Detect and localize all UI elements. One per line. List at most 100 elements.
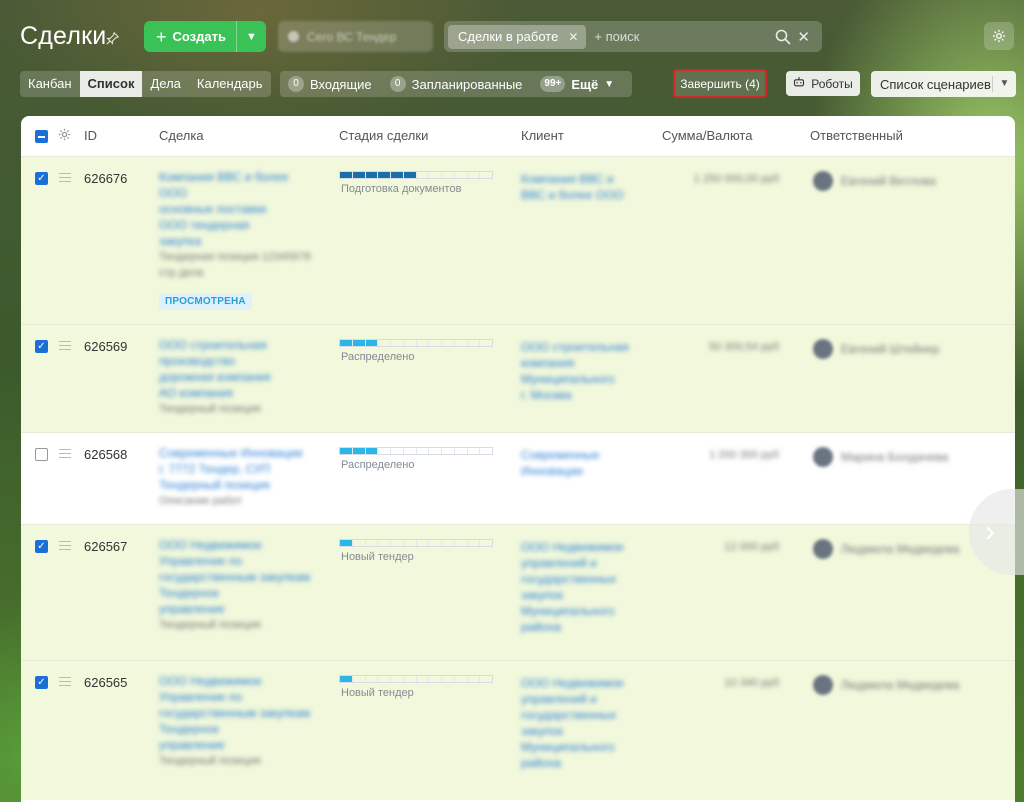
table-row[interactable]: ✓ 626676 Компания ВВС и более ООО основные … xyxy=(21,156,1015,324)
deal-id: 626565 xyxy=(84,675,128,690)
client-line: управлений и xyxy=(521,692,597,706)
row-menu-icon[interactable] xyxy=(59,677,71,686)
deal-stage[interactable]: Подготовка документов xyxy=(339,171,493,195)
table-row[interactable]: 626568 Современные Инновации г. 7772 Тенде… xyxy=(21,432,1015,524)
deal-title-link[interactable]: Компания ВВС и более ООО основные поставк… xyxy=(159,169,311,281)
client-link[interactable]: ООО Недвижимое управлений и государственны… xyxy=(521,539,631,635)
table-row[interactable]: ✓ 626567 ООО Недвижимое Управление по госуда… xyxy=(21,524,1015,660)
stage-progress-bar[interactable] xyxy=(339,675,493,683)
deal-title-line: государственным закупкам xyxy=(159,570,311,584)
table-row[interactable]: ✓ 626569 ООО строительная производство дорож… xyxy=(21,324,1015,432)
category-chip-label: Сего ВС Тендер xyxy=(307,29,397,44)
deal-stage[interactable]: Распределено xyxy=(339,339,493,363)
create-main-button[interactable]: + Создать xyxy=(144,21,236,52)
stage-progress-bar[interactable] xyxy=(339,447,493,455)
responsible-user[interactable]: Евгений Штейнер xyxy=(813,339,939,359)
search-input[interactable]: + поиск xyxy=(594,29,775,44)
stage-progress-bar[interactable] xyxy=(339,339,493,347)
row-checkbox[interactable]: ✓ xyxy=(35,340,48,353)
column-header-sum[interactable]: Сумма/Валюта xyxy=(662,128,752,143)
deal-stage[interactable]: Распределено xyxy=(339,447,493,471)
filter-tag[interactable]: Сделки в работе ✕ xyxy=(448,24,587,49)
create-dropdown-chevron-icon[interactable]: ▼ xyxy=(236,21,266,52)
responsible-user[interactable]: Людмила Медведева xyxy=(813,675,959,695)
deal-title-line: ООО тендерная xyxy=(159,218,250,232)
tab-calendar[interactable]: Календарь xyxy=(189,71,271,97)
row-menu-icon[interactable] xyxy=(59,449,71,458)
deal-title-line: Управление по xyxy=(159,690,243,704)
deal-sum: 10 340 руб xyxy=(724,677,779,689)
deal-stage[interactable]: Новый тендер xyxy=(339,675,493,699)
tab-list[interactable]: Список xyxy=(79,71,143,97)
create-button[interactable]: + Создать ▼ xyxy=(144,21,266,52)
client-line: г. Москва xyxy=(521,388,572,402)
row-menu-icon[interactable] xyxy=(59,541,71,550)
stage-progress-bar[interactable] xyxy=(339,539,493,547)
client-link[interactable]: ООО строительная компания Муниципального г.… xyxy=(521,339,631,403)
row-menu-icon[interactable] xyxy=(59,173,71,182)
search-icon[interactable] xyxy=(775,29,791,45)
counter-planned[interactable]: 0 Запланированные xyxy=(382,76,522,92)
gear-icon[interactable] xyxy=(58,128,71,144)
deal-id: 626569 xyxy=(84,339,128,354)
column-header-deal[interactable]: Сделка xyxy=(159,128,204,143)
responsible-user[interactable]: Людмила Медведева xyxy=(813,539,959,559)
tab-kanban[interactable]: Канбан xyxy=(20,71,80,97)
stage-progress-bar[interactable] xyxy=(339,171,493,179)
client-line: ООО строительная xyxy=(521,340,629,354)
responsible-user[interactable]: Евгений Ветлова xyxy=(813,171,936,191)
tab-activities[interactable]: Дела xyxy=(142,71,188,97)
deal-id: 626567 xyxy=(84,539,128,554)
gear-icon xyxy=(992,29,1006,43)
grid-header: ID Сделка Стадия сделки Клиент Сумма/Вал… xyxy=(21,116,1015,156)
deal-title-line: Управление по xyxy=(159,554,243,568)
select-all-checkbox[interactable] xyxy=(35,130,48,143)
counter-incoming[interactable]: 0 Входящие xyxy=(280,76,372,92)
row-checkbox[interactable] xyxy=(35,448,48,461)
row-checkbox[interactable]: ✓ xyxy=(35,540,48,553)
more-menu[interactable]: 99+ Ещё ▼ xyxy=(532,76,614,92)
deal-title-link[interactable]: ООО Недвижимое Управление по государственн… xyxy=(159,537,311,633)
deal-title-line: Тендерный позиция xyxy=(159,755,261,767)
more-label: Ещё xyxy=(571,76,599,92)
robots-label: Роботы xyxy=(811,76,853,91)
stage-label: Новый тендер xyxy=(341,551,414,563)
robots-button[interactable]: Роботы xyxy=(786,71,860,96)
column-header-responsible[interactable]: Ответственный xyxy=(810,128,903,143)
client-link[interactable]: ООО Недвижимое управлений и государственны… xyxy=(521,675,631,771)
responsible-user[interactable]: Марина Болдачева xyxy=(813,447,948,467)
deal-title-link[interactable]: Современные Инновации г. 7772 Тендер, СУП… xyxy=(159,445,311,509)
category-chip[interactable]: Сего ВС Тендер xyxy=(278,21,433,52)
filter-tag-remove-icon[interactable]: ✕ xyxy=(568,30,578,44)
stage-label: Распределено xyxy=(341,459,415,471)
column-header-id[interactable]: ID xyxy=(84,128,97,143)
create-label: Создать xyxy=(172,29,226,44)
column-header-stage[interactable]: Стадия сделки xyxy=(339,128,428,143)
pin-icon[interactable] xyxy=(106,31,120,46)
avatar xyxy=(813,339,833,359)
client-line: ООО Недвижимое xyxy=(521,676,624,690)
client-line: компания xyxy=(521,356,575,370)
deal-title-line: Компания ВВС и более ООО xyxy=(159,170,289,200)
scenario-list-button[interactable]: Список сценариев ▼ xyxy=(871,71,1016,97)
client-link[interactable]: Современные Инновации xyxy=(521,447,631,479)
chevron-down-icon[interactable]: ▼ xyxy=(992,76,1016,92)
deal-title-link[interactable]: ООО строительная производство дорожная ком… xyxy=(159,337,311,417)
search-filter-box[interactable]: Сделки в работе ✕ + поиск ✕ xyxy=(444,21,822,52)
deal-title-link[interactable]: ООО Недвижимое Управление по государственн… xyxy=(159,673,311,769)
clear-search-icon[interactable]: ✕ xyxy=(797,28,810,46)
settings-gear-button[interactable] xyxy=(984,22,1014,50)
row-checkbox[interactable]: ✓ xyxy=(35,172,48,185)
client-line: Муниципального xyxy=(521,740,615,754)
deal-title-line: дорожная компания xyxy=(159,370,271,384)
client-link[interactable]: Компания ВВС и ВВС и более ООО xyxy=(521,171,631,203)
row-menu-icon[interactable] xyxy=(59,341,71,350)
deal-stage[interactable]: Новый тендер xyxy=(339,539,493,563)
column-header-client[interactable]: Клиент xyxy=(521,128,564,143)
table-row[interactable]: ✓ 626565 ООО Недвижимое Управление по госуда… xyxy=(21,660,1015,800)
row-checkbox[interactable]: ✓ xyxy=(35,676,48,689)
filter-tag-label: Сделки в работе xyxy=(458,29,559,44)
client-line: закупок xyxy=(521,588,563,602)
counter-planned-badge: 0 xyxy=(389,76,406,92)
finish-button[interactable]: Завершить (4) xyxy=(673,69,767,98)
